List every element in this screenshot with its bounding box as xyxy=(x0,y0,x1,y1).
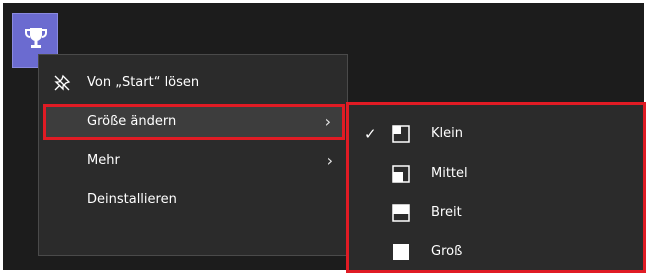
resize-submenu: ✓ Klein Mittel Breit Groß xyxy=(346,102,646,273)
tile-context-menu: Von „Start“ lösen Größe ändern › Mehr › … xyxy=(38,54,348,256)
menu-item-unpin[interactable]: Von „Start“ lösen xyxy=(39,65,347,101)
size-small-icon xyxy=(392,125,410,143)
submenu-item-medium[interactable]: Mittel xyxy=(349,155,643,193)
menu-item-resize-label: Größe ändern xyxy=(87,114,177,129)
submenu-item-small[interactable]: ✓ Klein xyxy=(349,115,643,153)
menu-item-more-label: Mehr xyxy=(87,153,120,168)
submenu-item-wide[interactable]: Breit xyxy=(349,194,643,232)
chevron-right-icon: › xyxy=(326,151,333,170)
submenu-item-large-label: Groß xyxy=(431,244,463,259)
menu-item-resize[interactable]: Größe ändern › xyxy=(43,104,345,140)
menu-item-uninstall-label: Deinstallieren xyxy=(87,192,177,207)
submenu-item-small-label: Klein xyxy=(431,126,463,141)
size-wide-icon xyxy=(392,204,410,222)
submenu-item-large[interactable]: Groß xyxy=(349,233,643,271)
size-medium-icon xyxy=(392,165,410,183)
start-screen-background: Von „Start“ lösen Größe ändern › Mehr › … xyxy=(3,3,646,273)
submenu-item-medium-label: Mittel xyxy=(431,166,468,181)
chevron-right-icon: › xyxy=(324,112,331,131)
menu-item-more[interactable]: Mehr › xyxy=(39,143,347,179)
unpin-icon xyxy=(54,74,71,91)
menu-item-uninstall[interactable]: Deinstallieren xyxy=(39,182,347,218)
submenu-item-wide-label: Breit xyxy=(431,205,462,220)
checkmark-icon: ✓ xyxy=(364,125,377,143)
size-large-icon xyxy=(393,244,409,260)
trophy-icon xyxy=(25,28,47,48)
menu-item-unpin-label: Von „Start“ lösen xyxy=(87,75,200,90)
